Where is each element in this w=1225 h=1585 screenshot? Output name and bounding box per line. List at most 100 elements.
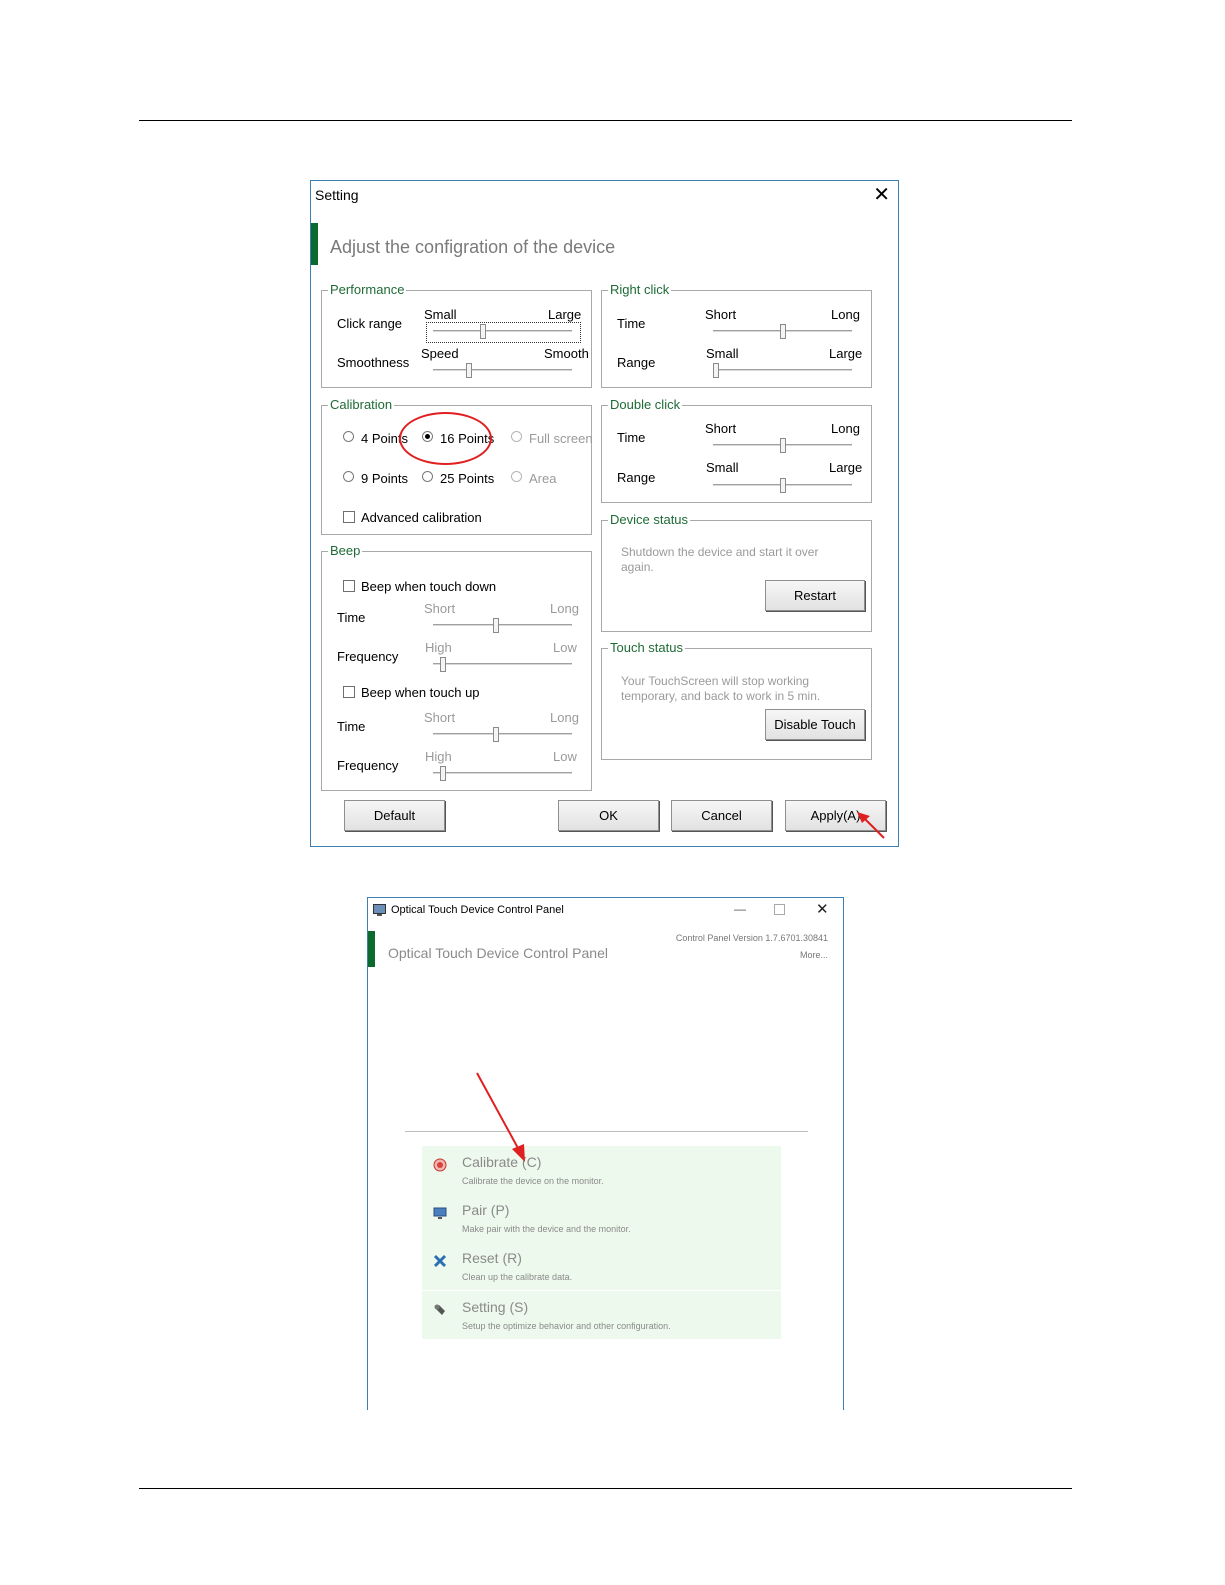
- target-icon: [433, 1158, 447, 1172]
- beep-up-time-track[interactable]: [433, 733, 572, 736]
- panel-heading: Optical Touch Device Control Panel: [388, 945, 608, 961]
- beep-up-time-label: Time: [337, 719, 366, 734]
- smoothness-slider-thumb[interactable]: [466, 363, 472, 378]
- app-icon: [373, 904, 386, 916]
- beep-up-frequency-label: Frequency: [337, 758, 399, 773]
- beep-down-frequency-thumb[interactable]: [440, 657, 446, 672]
- radio-area-label: Area: [529, 471, 557, 486]
- right-click-time-max: Long: [831, 307, 860, 322]
- double-click-group: Double click Time Short Long Range Small…: [601, 397, 872, 503]
- smoothness-max-label: Smooth: [544, 346, 589, 361]
- performance-group: Performance Click range Small Large Smoo…: [321, 282, 592, 388]
- dialog-subtitle: Adjust the configration of the device: [330, 237, 616, 257]
- right-click-range-min: Small: [706, 346, 739, 361]
- smoothness-slider-track[interactable]: [433, 369, 572, 372]
- monitor-icon: [433, 1207, 447, 1219]
- beep-down-time-track[interactable]: [433, 624, 572, 627]
- reset-description: Clean up the calibrate data.: [462, 1272, 573, 1282]
- touch-status-title: Touch status: [608, 640, 685, 656]
- control-panel-window: Optical Touch Device Control Panel — ✕ O…: [367, 897, 844, 1410]
- reset-item[interactable]: Reset (R) Clean up the calibrate data.: [422, 1242, 781, 1290]
- divider: [405, 1131, 808, 1132]
- reset-icon: [433, 1254, 447, 1268]
- beep-group: Beep Beep when touch down Time Short Lon…: [321, 543, 592, 791]
- right-click-range-thumb[interactable]: [713, 363, 719, 378]
- beep-down-frequency-label: Frequency: [337, 649, 399, 664]
- click-range-label: Click range: [337, 316, 403, 331]
- annotation-red-arrow: [476, 1072, 525, 1162]
- accent-bar: [368, 931, 375, 967]
- beep-up-time-min: Short: [424, 710, 456, 725]
- double-click-time-thumb[interactable]: [780, 438, 786, 453]
- setting-item[interactable]: Setting (S) Setup the optimize behavior …: [422, 1291, 781, 1339]
- beep-up-frequency-min: High: [425, 749, 452, 764]
- click-range-max-label: Large: [548, 307, 582, 322]
- beep-up-frequency-max: Low: [553, 749, 577, 764]
- beep-touch-down-label: Beep when touch down: [361, 579, 497, 594]
- radio-full-screen[interactable]: [511, 431, 522, 442]
- settings-dialog: Setting ✕ Adjust the configration of the…: [310, 180, 899, 847]
- close-icon[interactable]: ✕: [816, 900, 829, 918]
- restart-button[interactable]: Restart: [765, 580, 865, 611]
- close-icon[interactable]: ✕: [873, 183, 890, 207]
- right-click-range-track[interactable]: [713, 369, 852, 372]
- right-click-time-thumb[interactable]: [780, 324, 786, 339]
- double-click-range-thumb[interactable]: [780, 478, 786, 493]
- annotation-red-arrow: [857, 812, 885, 839]
- double-click-range-label: Range: [617, 470, 656, 485]
- double-click-range-max: Large: [829, 460, 863, 475]
- click-range-slider-track[interactable]: [433, 330, 572, 333]
- beep-up-frequency-thumb[interactable]: [440, 766, 446, 781]
- double-click-range-min: Small: [706, 460, 739, 475]
- maximize-icon[interactable]: [774, 904, 785, 915]
- pair-label: Pair (P): [462, 1202, 510, 1218]
- beep-down-frequency-min: High: [425, 640, 452, 655]
- version-text: Control Panel Version 1.7.6701.30841: [675, 933, 828, 943]
- window-title: Optical Touch Device Control Panel: [391, 904, 564, 916]
- cancel-button[interactable]: Cancel: [671, 800, 772, 831]
- click-range-slider-thumb[interactable]: [480, 324, 486, 339]
- calibrate-description: Calibrate the device on the monitor.: [462, 1176, 604, 1186]
- smoothness-label: Smoothness: [337, 355, 410, 370]
- right-click-range-max: Large: [829, 346, 863, 361]
- radio-9-points-label: 9 Points: [361, 471, 408, 486]
- accent-bar: [311, 223, 318, 265]
- right-click-title: Right click: [608, 282, 672, 298]
- beep-down-time-min: Short: [424, 601, 456, 616]
- beep-touch-up-checkbox[interactable]: [343, 686, 355, 698]
- setting-description: Setup the optimize behavior and other co…: [462, 1321, 671, 1331]
- beep-down-time-label: Time: [337, 610, 366, 625]
- touch-status-text-line2: temporary, and back to work in 5 min.: [621, 689, 821, 703]
- beep-up-time-thumb[interactable]: [493, 727, 499, 742]
- minimize-icon[interactable]: —: [734, 902, 746, 916]
- beep-down-time-thumb[interactable]: [493, 618, 499, 633]
- radio-25-points[interactable]: [422, 471, 433, 482]
- beep-down-time-max: Long: [550, 601, 579, 616]
- header-rule: [139, 120, 1072, 121]
- beep-touch-down-checkbox[interactable]: [343, 580, 355, 592]
- smoothness-min-label: Speed: [421, 346, 459, 361]
- disable-touch-button[interactable]: Disable Touch: [765, 709, 865, 740]
- radio-full-screen-label: Full screen: [529, 431, 593, 446]
- reset-label: Reset (R): [462, 1250, 522, 1266]
- double-click-time-label: Time: [617, 430, 646, 445]
- radio-4-points[interactable]: [343, 431, 354, 442]
- radio-25-points-label: 25 Points: [440, 471, 495, 486]
- radio-area[interactable]: [511, 471, 522, 482]
- beep-down-frequency-track[interactable]: [433, 663, 572, 666]
- radio-9-points[interactable]: [343, 471, 354, 482]
- default-button[interactable]: Default: [344, 800, 445, 831]
- footer-rule: [139, 1488, 1072, 1489]
- right-click-group: Right click Time Short Long Range Small …: [601, 282, 872, 388]
- touch-status-text-line1: Your TouchScreen will stop working: [621, 674, 810, 688]
- right-click-range-label: Range: [617, 355, 656, 370]
- pair-item[interactable]: Pair (P) Make pair with the device and t…: [422, 1194, 781, 1242]
- beep-up-time-max: Long: [550, 710, 579, 725]
- more-link[interactable]: More...: [800, 950, 828, 960]
- ok-button[interactable]: OK: [558, 800, 659, 831]
- touch-status-group: Touch status Your TouchScreen will stop …: [601, 640, 872, 760]
- dialog-title: Setting: [315, 187, 359, 203]
- beep-up-frequency-track[interactable]: [433, 772, 572, 775]
- beep-title: Beep: [328, 543, 363, 559]
- advanced-calibration-checkbox[interactable]: [343, 511, 355, 523]
